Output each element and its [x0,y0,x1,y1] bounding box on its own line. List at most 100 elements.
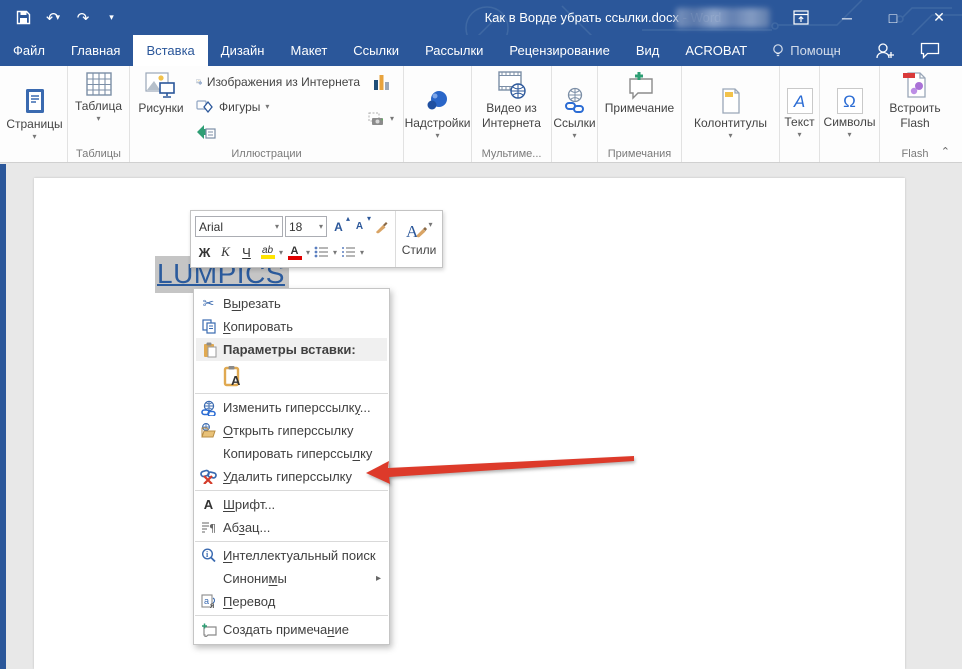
menu-item-cut[interactable]: ✂ Вырезать [194,292,389,315]
font-color-bar [288,256,302,260]
undo-button[interactable]: ↶▾ [40,5,66,31]
document-area: LUMPICS Arial ▾ 18 ▾ А ▴ А ▾ [0,164,962,669]
menu-item-copy-hyperlink[interactable]: Копировать гиперссылку [194,442,389,465]
tab-mailings[interactable]: Рассылки [412,35,496,66]
smartart-button[interactable] [192,119,364,144]
document-page[interactable] [34,178,905,669]
screenshot-caret-icon: ▾ [390,115,394,122]
table-button[interactable]: Таблица ▾ [69,66,128,126]
tabs-right-icons [874,35,962,66]
tab-home[interactable]: Главная [58,35,133,66]
illustrations-right-column: ▾ [364,66,398,131]
links-button[interactable]: Ссылки ▾ [547,66,601,160]
close-button[interactable]: ✕ [916,0,962,35]
menu-item-copy[interactable]: Копировать [194,315,389,338]
tab-view[interactable]: Вид [623,35,673,66]
shrink-font-button[interactable]: А ▾ [350,216,369,238]
comment-label: Примечание [605,102,674,115]
italic-button[interactable]: К [216,241,235,263]
undo-caret-icon: ▾ [56,12,61,23]
text-a-icon: А [787,88,813,114]
links-label: Ссылки [553,117,595,130]
highlight-caret-icon[interactable]: ▾ [279,249,283,256]
bold-button[interactable]: Ж [195,241,214,263]
numbering-button[interactable] [339,241,358,263]
chart-icon [371,72,391,92]
font-size-combo[interactable]: 18 ▾ [285,216,327,237]
shapes-button[interactable]: Фигуры ▾ [192,94,364,119]
tab-layout[interactable]: Макет [277,35,340,66]
lightbulb-icon [772,43,784,59]
pages-button[interactable]: Страницы ▾ [0,66,68,160]
text-button[interactable]: А Текст ▾ [778,66,820,160]
format-painter-button[interactable] [371,216,390,238]
comments-group-caption: Примечания [598,145,681,162]
chart-button[interactable] [367,69,395,94]
addins-icon [424,87,452,115]
screenshot-button[interactable]: ▾ [364,106,398,131]
bullets-caret-icon[interactable]: ▾ [333,249,337,256]
menu-item-open-hyperlink[interactable]: Открыть гиперссылку [194,419,389,442]
flash-group-caption: Flash [880,145,950,162]
tab-references[interactable]: Ссылки [340,35,412,66]
menu-item-edit-hyperlink[interactable]: Изменить гиперссылку... [194,396,389,419]
header-footer-caret-icon: ▾ [728,132,732,139]
group-text: А Текст ▾ [780,66,820,162]
font-name-combo[interactable]: Arial ▾ [195,216,283,237]
collapse-ribbon-button[interactable]: ⌃ [941,145,950,158]
menu-item-font[interactable]: A Шрифт... [194,493,389,516]
bullets-button[interactable] [312,241,331,263]
copy-icon [194,319,223,334]
menu-item-synonyms[interactable]: Синонимы ▸ [194,567,389,590]
menu-separator [195,615,388,616]
tell-me-box[interactable]: Помощн [760,35,853,66]
tabs-spacer [853,35,874,66]
tab-review[interactable]: Рецензирование [496,35,622,66]
tab-file[interactable]: Файл [0,35,58,66]
paste-keep-formatting-button[interactable]: A [219,362,247,390]
pictures-button[interactable]: Рисунки [130,66,192,119]
font-color-caret-icon[interactable]: ▾ [306,249,310,256]
omega-icon: Ω [837,88,863,114]
svg-text:¶: ¶ [209,522,216,534]
tables-group-caption: Таблицы [68,145,129,162]
share-person-icon[interactable] [874,42,894,60]
save-button[interactable] [10,5,36,31]
numbering-caret-icon[interactable]: ▾ [360,249,364,256]
comment-button[interactable]: Примечание [599,66,680,119]
header-footer-button[interactable]: Колонтитулы ▾ [688,66,773,160]
redo-button[interactable]: ↷ [70,5,96,31]
window-left-border [0,164,6,669]
customize-qat-button[interactable]: ▾ [100,5,126,31]
online-video-button[interactable]: Видео из Интернета [476,66,547,134]
online-pictures-label: Изображения из Интернета [207,75,360,89]
font-color-button[interactable]: А [285,241,304,263]
addins-button[interactable]: Надстройки ▾ [399,66,477,160]
highlight-button[interactable]: ab [258,241,277,263]
embed-flash-icon [900,70,930,100]
menu-item-paragraph[interactable]: ¶ Абзац... [194,516,389,539]
embed-flash-button[interactable]: Встроить Flash [883,66,946,134]
multimedia-group-caption: Мультиме... [472,145,551,162]
online-video-icon [496,70,528,100]
menu-item-translate[interactable]: a я Перевод [194,590,389,613]
minimize-button[interactable]: ─ [824,0,870,35]
grow-font-button[interactable]: А ▴ [329,216,348,238]
shapes-label: Фигуры [219,100,260,114]
table-label: Таблица [75,100,122,113]
menu-item-smart-lookup[interactable]: i Интеллектуальный поиск [194,544,389,567]
symbols-button[interactable]: Ω Символы ▾ [818,66,882,160]
tab-insert[interactable]: Вставка [133,35,207,66]
tab-acrobat[interactable]: ACROBAT [672,35,760,66]
styles-button[interactable]: A ▾ Стили [395,211,442,267]
maximize-button[interactable]: □ [870,0,916,35]
menu-item-remove-hyperlink[interactable]: Удалить гиперссылку [194,465,389,488]
pages-icon [20,86,50,116]
ribbon-display-options-button[interactable] [778,0,824,35]
underline-button[interactable]: Ч [237,241,256,263]
online-pictures-button[interactable]: Изображения из Интернета [192,69,364,94]
tab-design[interactable]: Дизайн [208,35,278,66]
menu-item-new-comment[interactable]: Создать примечание [194,618,389,641]
comment-bubble-icon[interactable] [920,42,940,59]
menu-item-paste-options: Параметры вставки: [196,338,387,361]
